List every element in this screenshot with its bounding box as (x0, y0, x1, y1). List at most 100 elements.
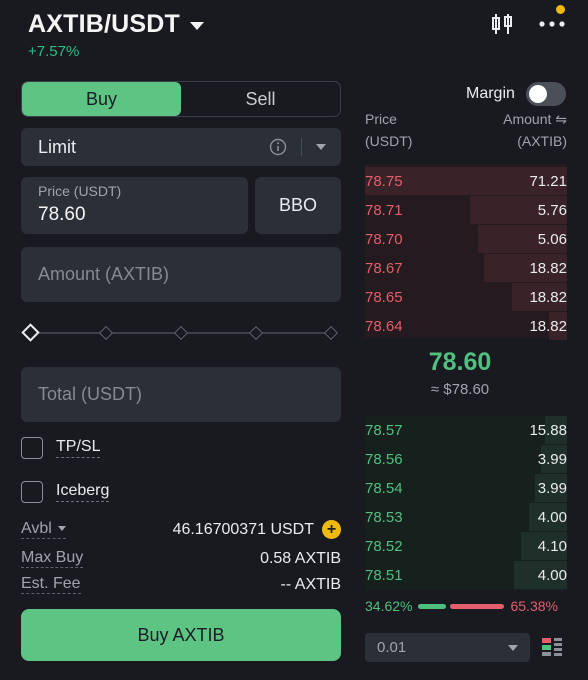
margin-label: Margin (466, 85, 515, 102)
sell-ratio-bar (450, 603, 505, 609)
bid-row[interactable]: 78.56 3.99 (365, 445, 567, 473)
ask-amount: 18.82 (529, 317, 567, 335)
ask-amount: 5.76 (537, 201, 567, 219)
tpsl-option[interactable]: TP/SL (21, 437, 101, 459)
ask-price: 78.75 (365, 172, 403, 190)
avbl-label: Avbl (21, 520, 52, 537)
info-icon[interactable] (269, 138, 287, 156)
iceberg-label: Iceberg (56, 482, 110, 502)
iceberg-checkbox[interactable] (21, 481, 43, 503)
ask-row[interactable]: 78.70 5.06 (365, 225, 567, 253)
price-header-label: Price (365, 111, 397, 127)
available-balance-row: Avbl 46.16700371 USDT + (21, 520, 341, 539)
bid-amount: 4.10 (537, 537, 567, 555)
bid-price: 78.51 (365, 566, 403, 584)
slider-handle[interactable] (21, 323, 40, 342)
price-label: Price (USDT) (38, 183, 122, 199)
bid-row[interactable]: 78.57 15.88 (365, 416, 567, 444)
more-icon[interactable] (538, 16, 566, 32)
slider-step-25[interactable] (98, 325, 114, 341)
chevron-down-icon (57, 526, 66, 532)
ask-row[interactable]: 78.64 18.82 (365, 312, 567, 340)
buy-sell-ratio: 34.62% 65.38% (365, 598, 567, 614)
max-buy-label: Max Buy (21, 549, 84, 568)
est-fee-value: -- AXTIB (280, 575, 341, 593)
iceberg-option[interactable]: Iceberg (21, 481, 110, 503)
chevron-down-icon (316, 144, 326, 150)
toggle-knob (529, 85, 547, 103)
buy-ratio: 34.62% (365, 598, 413, 614)
buy-sell-toggle: Buy Sell (21, 81, 341, 117)
candlestick-chart-icon[interactable] (490, 12, 514, 36)
ask-price: 78.65 (365, 288, 403, 306)
ask-row[interactable]: 78.65 18.82 (365, 283, 567, 311)
max-buy-row: Max Buy 0.58 AXTIB (21, 549, 341, 568)
last-price-fiat: ≈ $78.60 (430, 381, 490, 398)
precision-value: 0.01 (377, 639, 407, 656)
buy-ratio-bar (418, 603, 447, 609)
bid-price: 78.53 (365, 508, 403, 526)
pair-selector[interactable]: AXTIB/USDT (28, 10, 204, 39)
bid-amount: 4.00 (537, 508, 567, 526)
order-type-label: Limit (38, 136, 77, 157)
order-type-select[interactable]: Limit (21, 128, 341, 166)
bbo-button[interactable]: BBO (255, 177, 341, 234)
bid-row[interactable]: 78.53 4.00 (365, 503, 567, 531)
bid-row[interactable]: 78.52 4.10 (365, 532, 567, 560)
bid-price: 78.57 (365, 421, 403, 439)
amount-input[interactable]: Amount (AXTIB) (21, 247, 341, 302)
buy-button[interactable]: Buy AXTIB (21, 609, 341, 661)
tpsl-checkbox[interactable] (21, 437, 43, 459)
ask-amount: 18.82 (529, 288, 567, 306)
sell-ratio: 65.38% (510, 598, 558, 614)
avbl-label-wrap[interactable]: Avbl (21, 520, 66, 539)
price-input[interactable]: Price (USDT) 78.60 (21, 177, 248, 234)
chevron-down-icon (190, 22, 204, 30)
total-input[interactable]: Total (USDT) (21, 367, 341, 422)
slider-step-75[interactable] (248, 325, 264, 341)
price-change: +7.57% (28, 43, 80, 60)
amount-header-unit: (AXTIB) (517, 133, 567, 149)
sell-tab[interactable]: Sell (181, 82, 340, 116)
ask-row[interactable]: 78.71 5.76 (365, 196, 567, 224)
chevron-down-icon (508, 644, 518, 651)
notification-dot (556, 5, 565, 14)
avbl-value: 46.16700371 USDT (172, 520, 314, 538)
est-fee-label: Est. Fee (21, 575, 81, 594)
orderbook-amount-header[interactable]: Amount ⇋ (AXTIB) (470, 108, 567, 152)
orderbook-price-header: Price (USDT) (365, 108, 412, 152)
ask-price: 78.70 (365, 230, 403, 248)
add-funds-icon[interactable]: + (322, 520, 341, 539)
divider (301, 138, 302, 156)
est-fee-row: Est. Fee -- AXTIB (21, 575, 341, 594)
price-value[interactable]: 78.60 (38, 204, 248, 226)
ask-amount: 71.21 (529, 172, 567, 190)
max-buy-value: 0.58 AXTIB (260, 549, 341, 567)
ask-row[interactable]: 78.75 71.21 (365, 167, 567, 195)
slider-step-100[interactable] (323, 325, 339, 341)
ask-row[interactable]: 78.67 18.82 (365, 254, 567, 282)
bid-price: 78.52 (365, 537, 403, 555)
tpsl-label: TP/SL (56, 438, 101, 458)
amount-header-label: Amount ⇋ (503, 111, 567, 127)
slider-step-50[interactable] (173, 325, 189, 341)
bid-price: 78.56 (365, 450, 403, 468)
buy-tab[interactable]: Buy (22, 82, 181, 116)
last-price: 78.60 (428, 348, 492, 376)
precision-select[interactable]: 0.01 (365, 633, 530, 662)
pair-title: AXTIB/USDT (28, 10, 180, 38)
ask-price: 78.71 (365, 201, 403, 219)
bid-amount: 3.99 (537, 479, 567, 497)
bid-row[interactable]: 78.54 3.99 (365, 474, 567, 502)
ask-amount: 18.82 (529, 259, 567, 277)
ask-price: 78.67 (365, 259, 403, 277)
orderbook-layout-icon[interactable] (541, 636, 563, 658)
bid-amount: 4.00 (537, 566, 567, 584)
bid-row[interactable]: 78.51 4.00 (365, 561, 567, 589)
ask-amount: 5.06 (537, 230, 567, 248)
price-header-unit: (USDT) (365, 133, 413, 149)
ask-price: 78.64 (365, 317, 403, 335)
margin-toggle[interactable] (526, 82, 566, 106)
bid-price: 78.54 (365, 479, 403, 497)
bid-amount: 3.99 (537, 450, 567, 468)
